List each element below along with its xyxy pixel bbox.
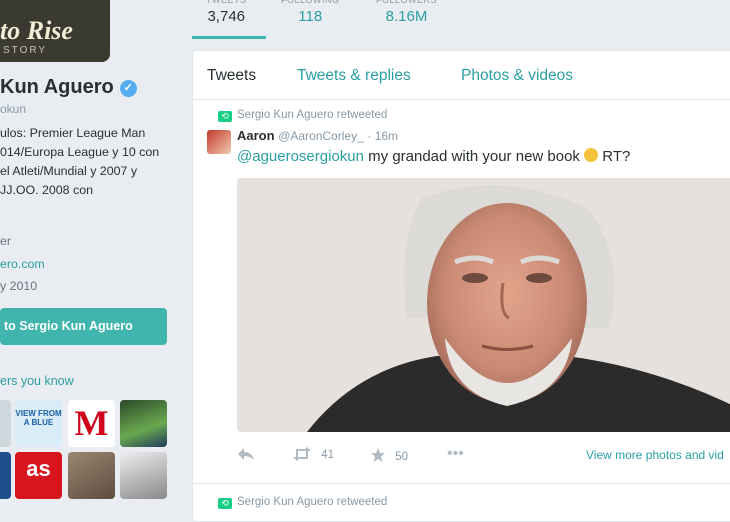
stat-tweets-value[interactable]: 3,746 <box>206 8 247 25</box>
followed-avatar-7[interactable] <box>68 452 115 499</box>
tile-marca-text: M <box>74 403 109 443</box>
tab-photos-and-videos[interactable]: Photos & videos <box>461 67 573 85</box>
followers-you-know-link[interactable]: ers you know <box>0 374 74 388</box>
tweet-body-end: RT? <box>598 148 631 165</box>
followed-avatar-5[interactable] <box>0 452 11 499</box>
stat-followers-label: FOLLOWERS <box>376 0 438 5</box>
tweet-text: @aguerosergiokun my grandad with your ne… <box>237 148 630 165</box>
profile-stats-bar: TWEETS 3,746 FOLLOWING 118 FOLLOWERS 8.1… <box>192 0 730 40</box>
tile-view-from-a-blue-text: VIEW FROM A BLUE <box>15 409 62 427</box>
retweeted-by-label[interactable]: Sergio Kun Aguero retweeted <box>237 109 387 121</box>
timeline: Tweets Tweets & replies Photos & videos … <box>192 50 730 522</box>
banner-subtitle: STORY <box>3 45 48 56</box>
star-icon <box>371 448 385 462</box>
tweet-photo[interactable] <box>237 178 730 432</box>
profile-name-text[interactable]: Kun Aguero <box>0 76 114 98</box>
favorite-button[interactable]: 50 <box>370 447 408 463</box>
reply-button[interactable] <box>237 447 255 461</box>
stat-tweets[interactable]: TWEETS 3,746 <box>206 0 247 25</box>
followed-avatar-view-from-a-blue[interactable]: VIEW FROM A BLUE <box>15 400 62 447</box>
verified-badge-icon: ✓ <box>119 80 137 97</box>
tile-as-text: as <box>26 456 51 481</box>
stat-tweets-label: TWEETS <box>206 0 247 5</box>
profile-name[interactable]: Kun Aguero ✓ <box>0 76 137 99</box>
banner-logo: to Rise <box>0 16 73 45</box>
followed-avatar-1[interactable] <box>0 400 11 447</box>
view-more-photos-link[interactable]: View more photos and vid <box>586 448 724 462</box>
smiling-face-emoji-icon <box>584 148 599 162</box>
profile-banner: to Rise STORY <box>0 0 110 62</box>
profile-sidebar: to Rise STORY Kun Aguero ✓ okun ulos: Pre… <box>0 0 190 510</box>
profile-website-link[interactable]: ero.com <box>0 257 45 271</box>
tweet-photo-image <box>237 178 730 432</box>
stat-active-underline <box>192 36 266 39</box>
retweet-indicator-icon: ⟲ <box>218 111 232 122</box>
stat-followers-value[interactable]: 8.16M <box>376 8 437 25</box>
stat-following[interactable]: FOLLOWING 118 <box>281 0 340 25</box>
stat-following-label: FOLLOWING <box>281 0 340 5</box>
retweet-icon <box>293 447 311 461</box>
author-avatar[interactable] <box>207 130 231 154</box>
followed-avatar-as[interactable]: as <box>15 452 62 499</box>
author-handle[interactable]: @AaronCorley_ <box>278 129 364 143</box>
followed-avatar-marca[interactable]: M <box>68 400 115 447</box>
reply-icon <box>238 448 254 460</box>
author-name[interactable]: Aaron <box>237 128 275 143</box>
tweet-author[interactable]: Aaron @AaronCorley_ · 16m <box>237 128 398 143</box>
stat-following-value[interactable]: 118 <box>281 8 340 25</box>
profile-handle[interactable]: okun <box>0 102 26 116</box>
followed-avatar-4[interactable] <box>120 400 167 447</box>
tweet-actions: 41 50 ••• View more photos and vid <box>237 445 730 467</box>
profile-location: er <box>0 234 12 248</box>
tweet-timestamp[interactable]: · 16m <box>367 129 398 143</box>
retweet-button[interactable]: 41 <box>292 447 334 461</box>
tab-tweets-and-replies[interactable]: Tweets & replies <box>297 67 411 85</box>
tweet-body: my grandad with your new book <box>363 148 585 165</box>
stat-followers[interactable]: FOLLOWERS 8.16M <box>376 0 437 25</box>
tweet-to-button[interactable]: to Sergio Kun Aguero <box>0 308 167 345</box>
retweet-count: 41 <box>321 449 334 461</box>
profile-joined-date: y 2010 <box>0 279 38 293</box>
tweet-to-button-label[interactable]: to Sergio Kun Aguero <box>0 319 133 333</box>
favorite-count: 50 <box>395 451 408 463</box>
next-retweet-indicator-icon: ⟲ <box>218 498 232 509</box>
tweet-divider <box>193 483 730 484</box>
more-options-icon[interactable]: ••• <box>447 445 464 463</box>
tweet-mention-link[interactable]: @aguerosergiokun <box>237 148 364 165</box>
tab-tweets[interactable]: Tweets <box>207 67 256 85</box>
followed-avatar-8[interactable] <box>120 452 167 499</box>
timeline-tabs: Tweets Tweets & replies Photos & videos <box>193 51 730 100</box>
next-retweeted-by-label[interactable]: Sergio Kun Aguero retweeted <box>237 496 387 508</box>
profile-bio: ulos: Premier League Man 014/Europa Leag… <box>0 126 160 197</box>
